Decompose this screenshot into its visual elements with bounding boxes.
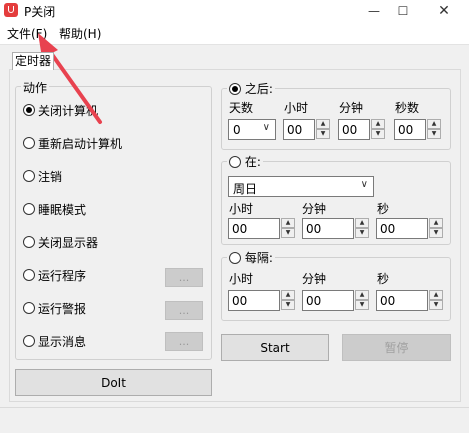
after-col-minutes: 分钟 bbox=[339, 101, 364, 115]
browse-alarm-button[interactable]: ... bbox=[165, 301, 203, 320]
status-bar bbox=[0, 407, 469, 433]
label-show-message: 显示消息 bbox=[38, 335, 87, 349]
at-label: 在: bbox=[244, 155, 261, 169]
doit-button[interactable]: DoIt bbox=[15, 369, 212, 396]
chevron-down-icon: ∨ bbox=[360, 179, 368, 190]
label-restart: 重新启动计算机 bbox=[38, 137, 123, 151]
at-legend: 在: bbox=[227, 153, 263, 170]
every-legend: 每隔: bbox=[227, 249, 275, 266]
window-title: P关闭 bbox=[24, 5, 56, 19]
every-hours-spinner[interactable]: ▲ ▼ bbox=[281, 290, 295, 311]
radio-shutdown[interactable] bbox=[23, 104, 35, 116]
label-logoff: 注销 bbox=[38, 170, 63, 184]
tab-timer[interactable]: 定时器 bbox=[12, 52, 54, 70]
after-days-select[interactable]: 0 ∨ bbox=[228, 119, 276, 140]
radio-after[interactable] bbox=[229, 83, 241, 95]
every-label: 每隔: bbox=[244, 251, 273, 265]
radio-every[interactable] bbox=[229, 252, 241, 264]
label-shutdown: 关闭计算机 bbox=[38, 104, 99, 118]
at-hours-spinner[interactable]: ▲ ▼ bbox=[281, 218, 295, 239]
every-hours-input[interactable]: 00 bbox=[228, 290, 280, 311]
after-seconds-spinner[interactable]: ▲ ▼ bbox=[427, 119, 441, 140]
edit-message-button[interactable]: ... bbox=[165, 332, 203, 351]
after-col-seconds: 秒数 bbox=[395, 101, 420, 115]
after-hours-spinner[interactable]: ▲ ▼ bbox=[316, 119, 330, 140]
every-group bbox=[221, 257, 451, 321]
after-col-hours: 小时 bbox=[284, 101, 309, 115]
after-hours-input[interactable]: 00 bbox=[283, 119, 315, 140]
title-bar: P关闭 — ☐ ✕ bbox=[0, 0, 469, 22]
label-monitor-off: 关闭显示器 bbox=[38, 236, 99, 250]
menu-help[interactable]: 帮助(H) bbox=[59, 25, 101, 42]
at-seconds-input[interactable]: 00 bbox=[376, 218, 428, 239]
at-col-minutes: 分钟 bbox=[302, 202, 327, 216]
power-app-icon bbox=[4, 3, 18, 17]
at-col-hours: 小时 bbox=[229, 202, 254, 216]
every-col-seconds: 秒 bbox=[377, 272, 390, 286]
browse-program-button[interactable]: ... bbox=[165, 268, 203, 287]
at-weekday-select[interactable]: 周日 ∨ bbox=[228, 176, 374, 197]
at-seconds-spinner[interactable]: ▲ ▼ bbox=[429, 218, 443, 239]
menu-file[interactable]: 文件(F) bbox=[7, 25, 47, 42]
label-run-alarm: 运行警报 bbox=[38, 302, 87, 316]
chevron-down-icon: ∨ bbox=[262, 122, 270, 133]
every-seconds-spinner[interactable]: ▲ ▼ bbox=[429, 290, 443, 311]
radio-logoff[interactable] bbox=[23, 170, 35, 182]
start-button[interactable]: Start bbox=[221, 334, 329, 361]
radio-at[interactable] bbox=[229, 156, 241, 168]
after-col-days: 天数 bbox=[229, 101, 254, 115]
at-minutes-input[interactable]: 00 bbox=[302, 218, 354, 239]
every-minutes-spinner[interactable]: ▲ ▼ bbox=[355, 290, 369, 311]
after-label: 之后: bbox=[244, 82, 273, 96]
every-seconds-input[interactable]: 00 bbox=[376, 290, 428, 311]
radio-sleep[interactable] bbox=[23, 203, 35, 215]
close-icon[interactable]: ✕ bbox=[425, 0, 463, 22]
at-hours-input[interactable]: 00 bbox=[228, 218, 280, 239]
after-seconds-input[interactable]: 00 bbox=[394, 119, 426, 140]
every-col-minutes: 分钟 bbox=[302, 272, 327, 286]
radio-show-message[interactable] bbox=[23, 335, 35, 347]
maximize-icon[interactable]: ☐ bbox=[384, 0, 422, 22]
after-minutes-spinner[interactable]: ▲ ▼ bbox=[371, 119, 385, 140]
at-minutes-spinner[interactable]: ▲ ▼ bbox=[355, 218, 369, 239]
radio-monitor-off[interactable] bbox=[23, 236, 35, 248]
menu-bar: 文件(F) 帮助(H) bbox=[0, 22, 469, 45]
after-minutes-input[interactable]: 00 bbox=[338, 119, 370, 140]
every-minutes-input[interactable]: 00 bbox=[302, 290, 354, 311]
after-legend: 之后: bbox=[227, 80, 275, 97]
radio-restart[interactable] bbox=[23, 137, 35, 149]
at-col-seconds: 秒 bbox=[377, 202, 390, 216]
actions-legend: 动作 bbox=[21, 79, 50, 96]
label-sleep: 睡眠模式 bbox=[38, 203, 87, 217]
label-run-program: 运行程序 bbox=[38, 269, 87, 283]
radio-run-alarm[interactable] bbox=[23, 302, 35, 314]
pause-button[interactable]: 暂停 bbox=[342, 334, 451, 361]
radio-run-program[interactable] bbox=[23, 269, 35, 281]
every-col-hours: 小时 bbox=[229, 272, 254, 286]
